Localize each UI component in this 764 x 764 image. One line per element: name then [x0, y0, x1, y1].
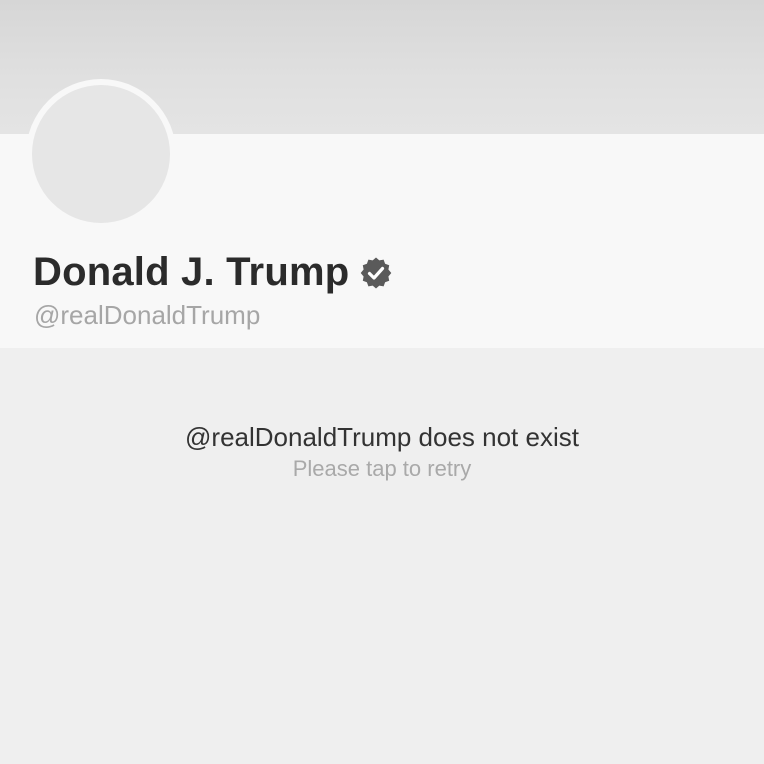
avatar-placeholder-icon [32, 85, 170, 223]
avatar[interactable] [26, 79, 176, 229]
profile-handle: @realDonaldTrump [34, 300, 261, 330]
error-title: @realDonaldTrump does not exist [185, 422, 579, 452]
error-message-block[interactable]: @realDonaldTrump does not exist Please t… [0, 420, 764, 484]
verified-badge-icon [359, 256, 393, 290]
retry-prompt[interactable]: Please tap to retry [0, 454, 764, 484]
display-name: Donald J. Trump [33, 249, 350, 294]
profile-name-row: Donald J. Trump [33, 248, 393, 296]
